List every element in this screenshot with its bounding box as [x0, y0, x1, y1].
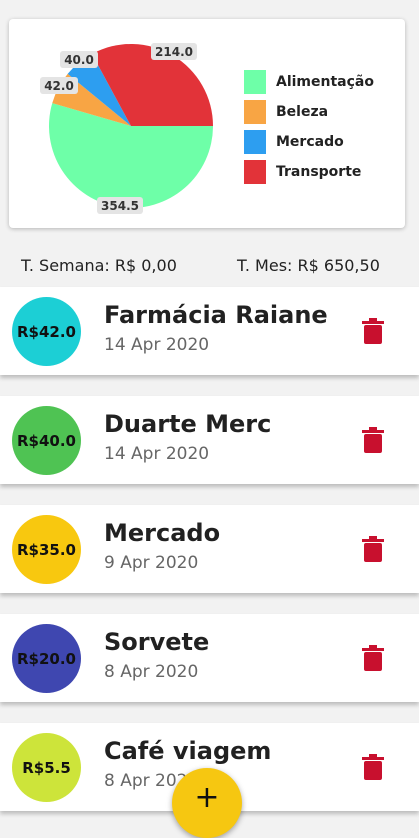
trash-icon[interactable]	[362, 427, 384, 453]
slice-value-text: 42.0	[44, 79, 74, 93]
trash-icon[interactable]	[362, 318, 384, 344]
chart-legend: Alimentação Beleza Mercado Transporte	[244, 67, 374, 187]
expense-title: Farmácia Raiane	[104, 301, 328, 329]
amount-badge: R$5.5	[12, 733, 81, 802]
week-total: T. Semana: R$ 0,00	[21, 256, 177, 275]
add-expense-button[interactable]: +	[172, 768, 242, 838]
legend-item: Mercado	[244, 127, 374, 157]
expense-item[interactable]: R$35.0 Mercado 9 Apr 2020	[0, 505, 419, 593]
plus-icon: +	[194, 779, 220, 815]
legend-label: Alimentação	[276, 74, 374, 90]
slice-value-text: 214.0	[155, 45, 193, 59]
slice-value-label: 42.0	[40, 77, 78, 94]
legend-label: Mercado	[276, 134, 344, 150]
legend-swatch	[244, 100, 266, 124]
amount-badge: R$42.0	[12, 297, 81, 366]
expense-chart-card: 354.5 42.0 40.0 214.0 Alimentação Beleza Merc…	[9, 19, 405, 228]
legend-swatch	[244, 130, 266, 154]
expense-title: Mercado	[104, 519, 221, 547]
slice-value-label: 40.0	[60, 51, 98, 68]
legend-item: Transporte	[244, 157, 374, 187]
legend-label: Beleza	[276, 104, 329, 120]
legend-label: Transporte	[276, 164, 362, 180]
slice-value-text: 354.5	[101, 199, 139, 213]
expense-title: Sorvete	[104, 628, 210, 656]
trash-icon[interactable]	[362, 754, 384, 780]
legend-swatch	[244, 160, 266, 184]
expense-date: 14 Apr 2020	[104, 444, 210, 464]
legend-item: Beleza	[244, 97, 374, 127]
trash-icon[interactable]	[362, 645, 384, 671]
expense-item[interactable]: R$42.0 Farmácia Raiane 14 Apr 2020	[0, 287, 419, 375]
trash-icon[interactable]	[362, 536, 384, 562]
expense-item[interactable]: R$20.0 Sorvete 8 Apr 2020	[0, 614, 419, 702]
month-total: T. Mes: R$ 650,50	[237, 256, 380, 275]
expense-date: 9 Apr 2020	[104, 553, 199, 573]
amount-badge: R$20.0	[12, 624, 81, 693]
expense-title: Duarte Merc	[104, 410, 272, 438]
expense-item[interactable]: R$40.0 Duarte Merc 14 Apr 2020	[0, 396, 419, 484]
expense-title: Café viagem	[104, 737, 272, 765]
legend-item: Alimentação	[244, 67, 374, 97]
expense-date: 8 Apr 2020	[104, 662, 199, 682]
expense-list: R$42.0 Farmácia Raiane 14 Apr 2020 R$40.…	[0, 287, 419, 832]
slice-value-label: 354.5	[97, 197, 143, 214]
amount-badge: R$35.0	[12, 515, 81, 584]
legend-swatch	[244, 70, 266, 94]
expense-date: 14 Apr 2020	[104, 335, 210, 355]
slice-value-text: 40.0	[64, 53, 94, 67]
slice-value-label: 214.0	[151, 43, 197, 60]
totals-bar: T. Semana: R$ 0,00 T. Mes: R$ 650,50	[0, 250, 419, 280]
amount-badge: R$40.0	[12, 406, 81, 475]
